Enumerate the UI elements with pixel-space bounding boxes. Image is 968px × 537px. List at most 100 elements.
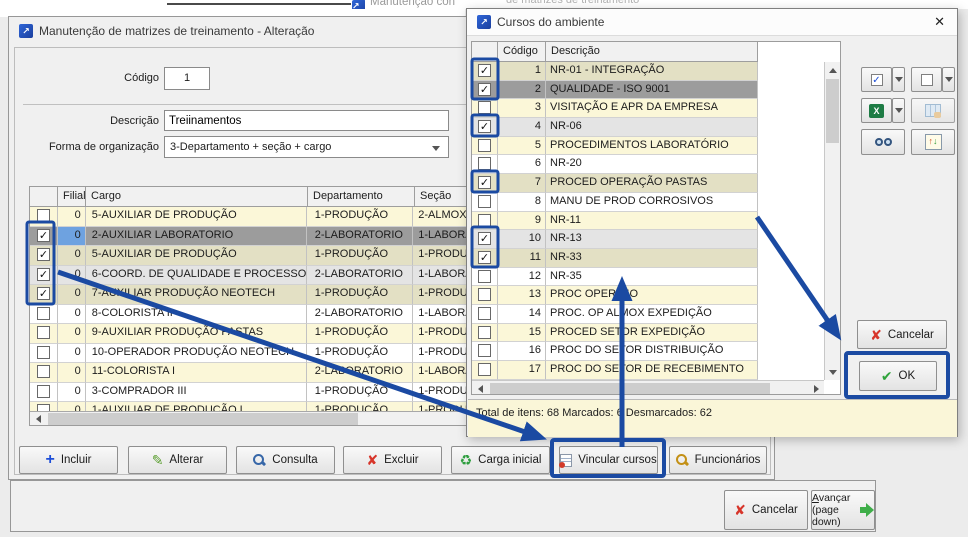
table-row[interactable]: 16PROC DO SETOR DISTRIBUIÇÃO — [472, 342, 840, 361]
check-all-dropdown[interactable] — [892, 67, 905, 92]
table-row[interactable]: 09-AUXILIAR PRODUÇÃO PASTAS1-PRODUÇÃO1-P… — [30, 324, 466, 344]
descricao-input[interactable] — [164, 110, 449, 131]
table-cell — [30, 207, 58, 227]
row-checkbox[interactable] — [478, 195, 491, 208]
table-row[interactable]: ✓1NR-01 - INTEGRAÇÃO — [472, 62, 840, 81]
row-checkbox[interactable]: ✓ — [478, 64, 491, 77]
table-row[interactable]: ✓07-AUXILIAR PRODUÇÃO NEOTECH1-PRODUÇÃO1… — [30, 285, 466, 305]
scroll-up-button[interactable] — [825, 62, 840, 78]
table-row[interactable]: 13PROC OPER BIO — [472, 286, 840, 305]
status-text: Total de itens: 68 Marcados: 6 Desmarcad… — [468, 400, 957, 419]
uncheck-all-button[interactable] — [911, 67, 942, 92]
table-cell: 1-AUXILIAR DE PRODUÇÃO I — [86, 402, 307, 411]
scroll-left-button[interactable] — [472, 381, 488, 395]
action-button-consulta[interactable]: Consulta — [236, 446, 335, 474]
table-row[interactable]: ✓4NR-06 — [472, 118, 840, 137]
table-row[interactable]: 05-AUXILIAR DE PRODUÇÃO1-PRODUÇÃO2-ALMOX… — [30, 207, 466, 227]
table-row[interactable]: 010-OPERADOR PRODUÇÃO NEOTECH1-PRODUÇÃO1… — [30, 344, 466, 364]
row-checkbox[interactable] — [478, 101, 491, 114]
table-row[interactable]: 01-AUXILIAR DE PRODUÇÃO I1-PRODUÇÃO1-PRO… — [30, 402, 466, 411]
row-checkbox[interactable] — [478, 157, 491, 170]
row-checkbox[interactable]: ✓ — [478, 83, 491, 96]
courses-titlebar[interactable]: Cursos do ambiente ✕ — [467, 9, 957, 36]
row-checkbox[interactable] — [478, 214, 491, 227]
row-checkbox[interactable]: ✓ — [478, 176, 491, 189]
sort-columns-button[interactable]: ↑↓ — [911, 129, 955, 155]
table-cell: 7-AUXILIAR PRODUÇÃO NEOTECH — [86, 285, 307, 305]
courses-ok-button[interactable]: ✔ OK — [859, 361, 937, 391]
row-checkbox[interactable] — [37, 385, 50, 398]
courses-hscrollbar[interactable] — [472, 380, 824, 395]
table-row[interactable]: ✓11NR-33 — [472, 249, 840, 268]
row-checkbox[interactable] — [478, 139, 491, 152]
row-checkbox[interactable] — [478, 363, 491, 376]
vscroll-thumb[interactable] — [826, 79, 839, 143]
close-icon[interactable]: ✕ — [934, 14, 945, 30]
table-row[interactable]: ✓02-AUXILIAR LABORATORIO2-LABORATORIO1-L… — [30, 227, 466, 247]
grid-edit-button[interactable] — [911, 98, 955, 123]
table-row[interactable]: 03-COMPRADOR III1-PRODUÇÃO1-PRODUÇ — [30, 383, 466, 403]
table-row[interactable]: 15PROCED SETOR EXPEDIÇÃO — [472, 324, 840, 343]
courses-cancel-button[interactable]: ✘ Cancelar — [857, 320, 947, 349]
table-row[interactable]: 12NR-35 — [472, 268, 840, 287]
table-row[interactable]: 5PROCEDIMENTOS LABORATÓRIO — [472, 137, 840, 156]
hscroll-thumb[interactable] — [48, 413, 358, 425]
row-checkbox[interactable]: ✓ — [478, 251, 491, 264]
codigo-field[interactable]: 1 — [164, 67, 210, 90]
row-checkbox[interactable] — [37, 209, 50, 222]
table-row[interactable]: ✓06-COORD. DE QUALIDADE E PROCESSOS2-LAB… — [30, 266, 466, 286]
action-button-funcion-rios[interactable]: Funcionários — [669, 446, 767, 474]
check-all-button[interactable]: ✓ — [861, 67, 892, 92]
table-cell — [30, 324, 58, 344]
scroll-left-button[interactable] — [30, 412, 46, 426]
table-row[interactable]: ✓05-AUXILIAR DE PRODUÇÃO1-PRODUÇÃO1-PROD… — [30, 246, 466, 266]
action-button-vincular-cursos[interactable]: Vincular cursos — [559, 446, 658, 474]
cargos-hscrollbar[interactable] — [30, 411, 466, 426]
table-cell — [758, 174, 826, 193]
row-checkbox[interactable] — [478, 307, 491, 320]
table-row[interactable]: 3VISITAÇÃO E APR DA EMPRESA — [472, 99, 840, 118]
table-row[interactable]: ✓7PROCED OPERAÇÃO PASTAS — [472, 174, 840, 193]
row-checkbox[interactable] — [37, 404, 50, 411]
action-button-carga-inicial[interactable]: ♻Carga inicial — [451, 446, 550, 474]
uncheck-all-dropdown[interactable] — [942, 67, 955, 92]
row-checkbox[interactable] — [478, 288, 491, 301]
excel-export-dropdown[interactable] — [892, 98, 905, 123]
row-checkbox[interactable] — [37, 307, 50, 320]
table-cell — [758, 118, 826, 137]
table-row[interactable]: ✓10NR-13 — [472, 230, 840, 249]
row-checkbox[interactable] — [37, 326, 50, 339]
row-checkbox[interactable] — [478, 326, 491, 339]
row-checkbox[interactable] — [37, 365, 50, 378]
table-row[interactable]: 9NR-11 — [472, 212, 840, 231]
table-row[interactable]: ✓2QUALIDADE - ISO 9001 — [472, 81, 840, 100]
table-row[interactable]: 08-COLORISTA II2-LABORATORIO1-LABORA — [30, 305, 466, 325]
table-row[interactable]: 17PROC DO SETOR DE RECEBIMENTO — [472, 361, 840, 380]
courses-vscrollbar[interactable] — [824, 62, 840, 380]
action-button-alterar[interactable]: ✎Alterar — [128, 446, 227, 474]
table-row[interactable]: 14PROC. OP ALMOX EXPEDIÇÃO — [472, 305, 840, 324]
row-checkbox[interactable]: ✓ — [478, 120, 491, 133]
scroll-down-button[interactable] — [825, 364, 841, 380]
row-checkbox[interactable]: ✓ — [37, 287, 50, 300]
find-button[interactable] — [861, 129, 905, 155]
table-cell — [758, 137, 826, 156]
forma-organizacao-select[interactable]: 3-Departamento + seção + cargo — [164, 136, 449, 158]
row-checkbox[interactable] — [37, 346, 50, 359]
table-row[interactable]: 011-COLORISTA I2-LABORATORIO1-LABORA — [30, 363, 466, 383]
row-checkbox[interactable] — [478, 344, 491, 357]
scroll-right-button[interactable] — [808, 381, 824, 395]
table-row[interactable]: 8MANU DE PROD CORROSIVOS — [472, 193, 840, 212]
excel-export-button[interactable]: X — [861, 98, 892, 123]
action-button-incluir[interactable]: +Incluir — [19, 446, 118, 474]
row-checkbox[interactable] — [478, 270, 491, 283]
hscroll-thumb[interactable] — [490, 383, 770, 395]
wizard-cancel-button[interactable]: ✘ Cancelar — [724, 490, 808, 530]
row-checkbox[interactable]: ✓ — [37, 229, 50, 242]
row-checkbox[interactable]: ✓ — [478, 232, 491, 245]
row-checkbox[interactable]: ✓ — [37, 248, 50, 261]
action-button-excluir[interactable]: ✘Excluir — [343, 446, 442, 474]
wizard-advance-button[interactable]: Avançar (page down) — [811, 490, 875, 530]
table-row[interactable]: 6NR-20 — [472, 155, 840, 174]
row-checkbox[interactable]: ✓ — [37, 268, 50, 281]
